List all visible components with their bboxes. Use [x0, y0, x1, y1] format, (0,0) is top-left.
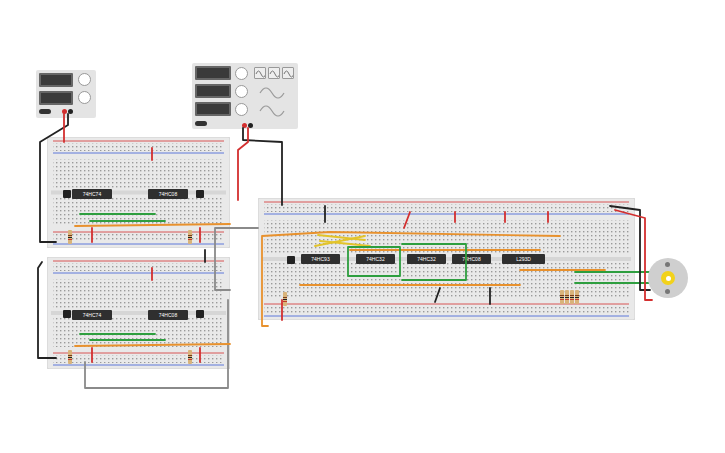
ic-chip[interactable]: 74HC32 [356, 254, 395, 264]
chip-label: 74HC08 [159, 312, 177, 318]
display [39, 91, 73, 105]
ic-chip[interactable]: 74HC08 [148, 189, 188, 199]
generator-terminal[interactable] [248, 123, 253, 128]
chip-label: 74HC74 [83, 312, 101, 318]
resistor[interactable] [68, 350, 72, 364]
knob[interactable] [235, 85, 248, 98]
push-button[interactable] [287, 256, 295, 264]
dc-motor[interactable] [648, 258, 688, 298]
display [195, 102, 231, 116]
chip-label: 74HC93 [311, 256, 329, 262]
chip-label: 74HC74 [83, 191, 101, 197]
resistor[interactable] [565, 290, 569, 304]
push-button[interactable] [63, 310, 71, 318]
ic-chip[interactable]: 74HC74 [72, 189, 112, 199]
generator-switch[interactable] [195, 121, 207, 126]
resistor[interactable] [575, 290, 579, 304]
knob[interactable] [235, 67, 248, 80]
resistor[interactable] [283, 292, 287, 306]
ic-chip[interactable]: 74HC08 [148, 310, 188, 320]
push-button[interactable] [196, 310, 204, 318]
resistor[interactable] [560, 290, 564, 304]
sine-wave-icon [258, 83, 288, 119]
power-switch[interactable] [39, 109, 51, 114]
circuit-canvas[interactable]: 74HC74 74HC08 74HC74 74HC08 74HC93 74HC32 74HC… [0, 0, 725, 453]
wave-button-icon[interactable] [254, 67, 266, 79]
display [195, 66, 231, 80]
resistor[interactable] [188, 230, 192, 244]
negative-terminal[interactable] [68, 109, 73, 114]
chip-label: 74HC08 [462, 256, 480, 262]
chip-label: 74HC32 [366, 256, 384, 262]
positive-terminal[interactable] [62, 109, 67, 114]
chip-label: 74HC32 [417, 256, 435, 262]
ic-chip[interactable]: 74HC08 [452, 254, 491, 264]
wave-button-icon[interactable] [282, 67, 294, 79]
ic-chip[interactable]: 74HC74 [72, 310, 112, 320]
motor-terminal [665, 262, 670, 267]
ic-chip[interactable]: 74HC93 [301, 254, 340, 264]
function-generator[interactable] [192, 63, 298, 129]
push-button[interactable] [196, 190, 204, 198]
knob[interactable] [235, 103, 248, 116]
resistor[interactable] [188, 350, 192, 364]
knob[interactable] [78, 73, 91, 86]
resistor[interactable] [68, 230, 72, 244]
wave-button-icon[interactable] [268, 67, 280, 79]
generator-terminal[interactable] [242, 123, 247, 128]
knob[interactable] [78, 91, 91, 104]
resistor[interactable] [570, 290, 574, 304]
power-supply[interactable] [36, 70, 96, 118]
ic-chip[interactable]: 74HC32 [407, 254, 446, 264]
display [39, 73, 73, 87]
motor-terminal [665, 289, 670, 294]
chip-label: 74HC08 [159, 191, 177, 197]
ic-chip[interactable]: L293D [502, 254, 545, 264]
display [195, 84, 231, 98]
chip-label: L293D [516, 256, 531, 262]
motor-shaft [661, 271, 675, 285]
push-button[interactable] [63, 190, 71, 198]
wires-icon [0, 0, 725, 453]
